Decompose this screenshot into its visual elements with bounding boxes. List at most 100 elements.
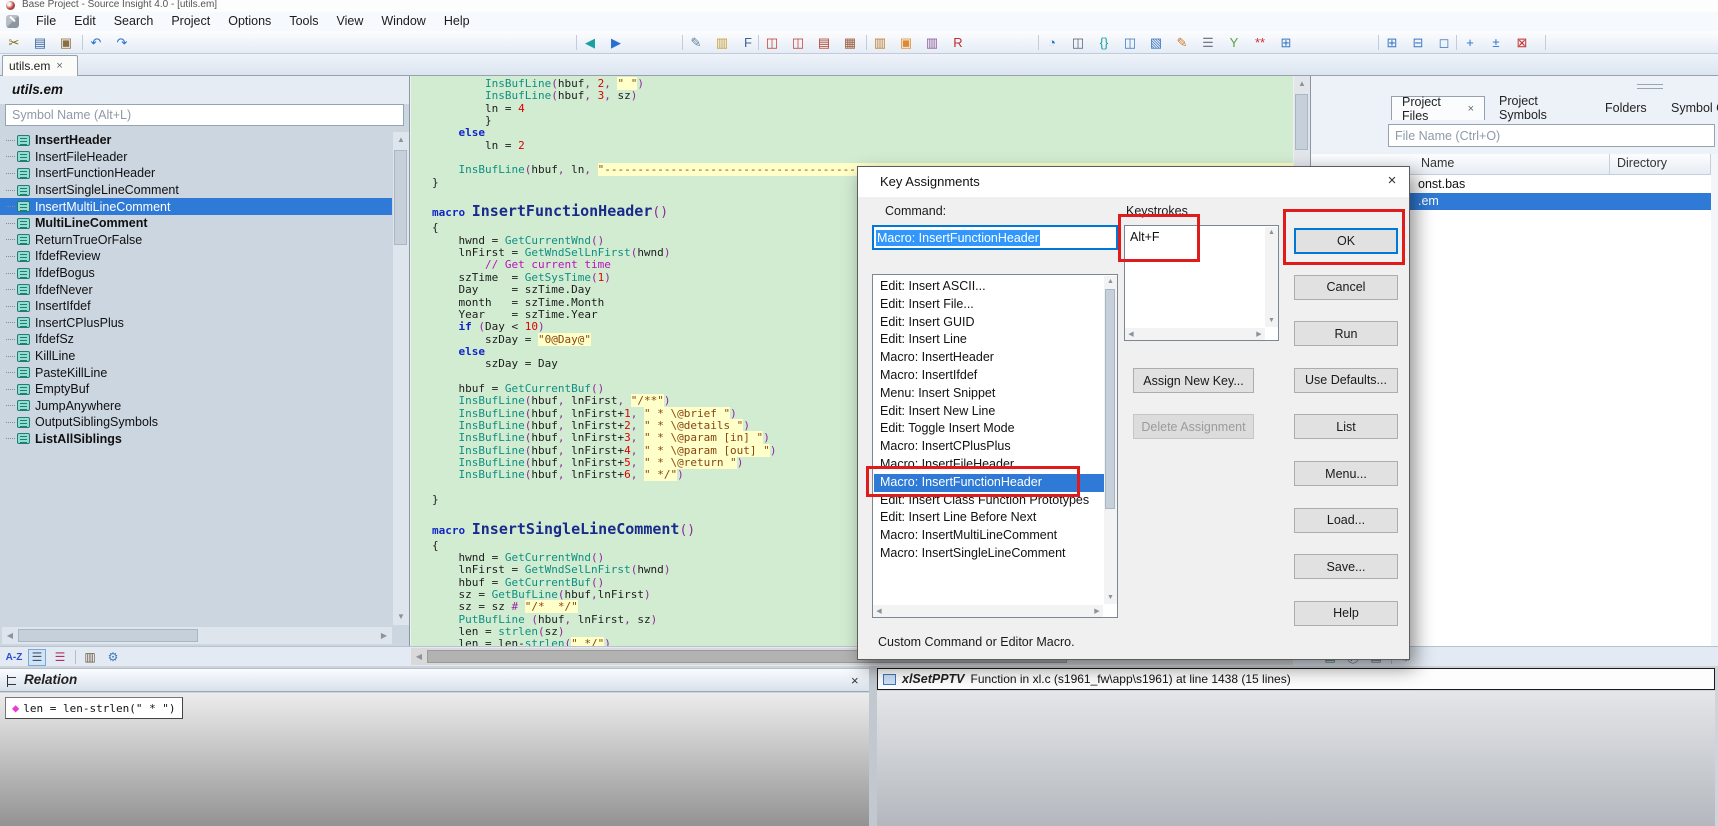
book-pencil-icon[interactable]: ▥ (870, 33, 890, 53)
symbol-item-insertheader[interactable]: InsertHeader (0, 132, 392, 149)
settings-gear-icon[interactable]: ⚙ (104, 649, 122, 666)
symbol-item-emptybuf[interactable]: EmptyBuf (0, 381, 392, 398)
menu-search[interactable]: Search (105, 12, 163, 31)
symbol-item-insertsinglelinecomment[interactable]: InsertSingleLineComment (0, 182, 392, 199)
symbol-item-ifdefbogus[interactable]: IfdefBogus (0, 265, 392, 282)
scrollbar-vertical[interactable]: ▲ ▼ (1104, 276, 1117, 604)
symbol-item-returntrueorfalse[interactable]: ReturnTrueOrFalse (0, 232, 392, 249)
menu-project[interactable]: Project (162, 12, 219, 31)
command-input[interactable]: Macro: InsertFunctionHeader (872, 225, 1118, 250)
document-edit-icon[interactable]: ✎ (686, 33, 706, 53)
delete-item-icon[interactable]: ⊠ (1512, 33, 1532, 53)
tab-project-files[interactable]: Project Files× (1391, 96, 1485, 120)
monitor-icon[interactable]: ◫ (1068, 33, 1088, 53)
menu-edit[interactable]: Edit (65, 12, 105, 31)
symbol-item-ifdefreview[interactable]: IfdefReview (0, 248, 392, 265)
scroll-left-icon[interactable]: ◀ (411, 652, 427, 661)
brace-icon[interactable]: {} (1094, 33, 1114, 53)
app-menu-icon[interactable] (6, 15, 19, 28)
doc-arrow-icon[interactable]: ▤ (814, 33, 834, 53)
scrollbar-vertical[interactable]: ▲ ▼ (1265, 227, 1278, 327)
asterisks-icon[interactable]: ** (1250, 33, 1270, 53)
copy-icon[interactable]: ▤ (30, 33, 50, 53)
panel-splitter[interactable] (869, 666, 877, 826)
list-button[interactable]: List (1294, 414, 1398, 439)
command-item[interactable]: Edit: Insert ASCII... (874, 278, 1105, 296)
scrollbar-thumb[interactable] (1105, 289, 1115, 509)
menu-button[interactable]: Menu... (1294, 461, 1398, 486)
scroll-up-icon[interactable]: ▲ (1265, 227, 1278, 239)
scroll-up-icon[interactable]: ▲ (1294, 76, 1310, 92)
symbol-item-ifdefnever[interactable]: IfdefNever (0, 281, 392, 298)
relation-panel-header[interactable]: Relation × (0, 668, 869, 692)
menu-options[interactable]: Options (219, 12, 280, 31)
table-view-icon[interactable]: ⊞ (1382, 33, 1402, 53)
screen-red2-icon[interactable]: ◫ (788, 33, 808, 53)
command-item[interactable]: Macro: InsertMultiLineComment (874, 527, 1105, 545)
command-item[interactable]: Edit: Toggle Insert Mode (874, 420, 1105, 438)
cut-icon[interactable]: ✂ (4, 33, 24, 53)
scroll-up-icon[interactable]: ▲ (1104, 276, 1117, 288)
dialog-title-bar[interactable]: Key Assignments × (858, 167, 1409, 197)
menu-file[interactable]: File (27, 12, 65, 31)
symbol-item-insertcplusplus[interactable]: InsertCPlusPlus (0, 315, 392, 332)
symbol-item-insertifdef[interactable]: InsertIfdef (0, 298, 392, 315)
adjust-item-icon[interactable]: ± (1486, 33, 1506, 53)
command-item[interactable]: Edit: Insert New Line (874, 403, 1105, 421)
open-folder-icon[interactable]: ▥ (712, 33, 732, 53)
command-item[interactable]: Macro: InsertHeader (874, 349, 1105, 367)
file-properties-icon[interactable]: F (738, 33, 758, 53)
panel-drag-handle[interactable] (1637, 84, 1663, 89)
file-search-input[interactable] (1388, 124, 1715, 147)
symbol-item-jumpanywhere[interactable]: JumpAnywhere (0, 398, 392, 415)
save-button[interactable]: Save... (1294, 554, 1398, 579)
load-button[interactable]: Load... (1294, 508, 1398, 533)
command-item[interactable]: Macro: InsertCPlusPlus (874, 438, 1105, 456)
close-icon[interactable]: × (851, 673, 859, 688)
usedefaults-button[interactable]: Use Defaults... (1294, 368, 1398, 393)
pencil-icon[interactable]: ✎ (1172, 33, 1192, 53)
menu-tools[interactable]: Tools (280, 12, 327, 31)
column-divider[interactable] (1609, 154, 1610, 175)
r-script-icon[interactable]: R (948, 33, 968, 53)
paste-icon[interactable]: ▣ (56, 33, 76, 53)
column-header-directory[interactable]: Directory (1617, 156, 1667, 170)
command-item[interactable]: Edit: Insert Line Before Next (874, 509, 1105, 527)
tab-project-symbols[interactable]: Project Symbols (1489, 96, 1591, 120)
menu-view[interactable]: View (328, 12, 373, 31)
context-panel-header[interactable]: xlSetPPTV Function in xl.c (s1961_fw\app… (877, 668, 1715, 690)
navigate-forward-icon[interactable]: ▶ (606, 33, 626, 53)
navigate-back-icon[interactable]: ◀ (580, 33, 600, 53)
column-header-name[interactable]: Name (1421, 156, 1454, 170)
grid-icon[interactable]: ⊞ (1276, 33, 1296, 53)
scrollbar-horizontal[interactable]: ◀ ▶ (873, 605, 1103, 617)
list-view-icon[interactable]: ☰ (28, 649, 46, 666)
close-icon[interactable]: × (1382, 172, 1402, 189)
screen-red-icon[interactable]: ◫ (762, 33, 782, 53)
command-listbox[interactable]: Edit: Insert ASCII...Edit: Insert File..… (872, 274, 1118, 618)
symbol-scrollbar-horizontal[interactable]: ◀ ▶ (2, 627, 392, 644)
symbol-item-insertfileheader[interactable]: InsertFileHeader (0, 149, 392, 166)
command-item[interactable]: Edit: Insert GUID (874, 314, 1105, 332)
scrollbar-thumb[interactable] (1295, 94, 1308, 150)
command-item[interactable]: Edit: Insert Line (874, 331, 1105, 349)
symbol-item-pastekillline[interactable]: PasteKillLine (0, 364, 392, 381)
table-row-icon[interactable]: ⊟ (1408, 33, 1428, 53)
run-button[interactable]: Run (1294, 321, 1398, 346)
symbol-item-insertmultilinecomment[interactable]: InsertMultiLineComment (0, 198, 392, 215)
undo-icon[interactable]: ↶ (86, 33, 106, 53)
window-export-icon[interactable]: ◫ (1120, 33, 1140, 53)
tab-close-icon[interactable]: × (1468, 103, 1474, 115)
command-item[interactable]: Macro: InsertIfdef (874, 367, 1105, 385)
scroll-right-icon[interactable]: ▶ (376, 631, 392, 640)
tab-utils-em[interactable]: utils.em × (2, 55, 78, 76)
stack-icon[interactable]: ☰ (1198, 33, 1218, 53)
table-cell-icon[interactable]: ◻ (1434, 33, 1454, 53)
merge-icon[interactable]: Y (1224, 33, 1244, 53)
tab-symbol-c[interactable]: Symbol C (1661, 96, 1718, 120)
relation-root-node[interactable]: ◆ len = len-strlen(" * ") (5, 697, 183, 719)
tab-folders[interactable]: Folders (1595, 96, 1657, 120)
books-icon[interactable]: ▥ (922, 33, 942, 53)
symbol-scrollbar-vertical[interactable]: ▲ ▼ (393, 132, 409, 625)
sort-alpha-icon[interactable]: A-Z (5, 649, 23, 666)
